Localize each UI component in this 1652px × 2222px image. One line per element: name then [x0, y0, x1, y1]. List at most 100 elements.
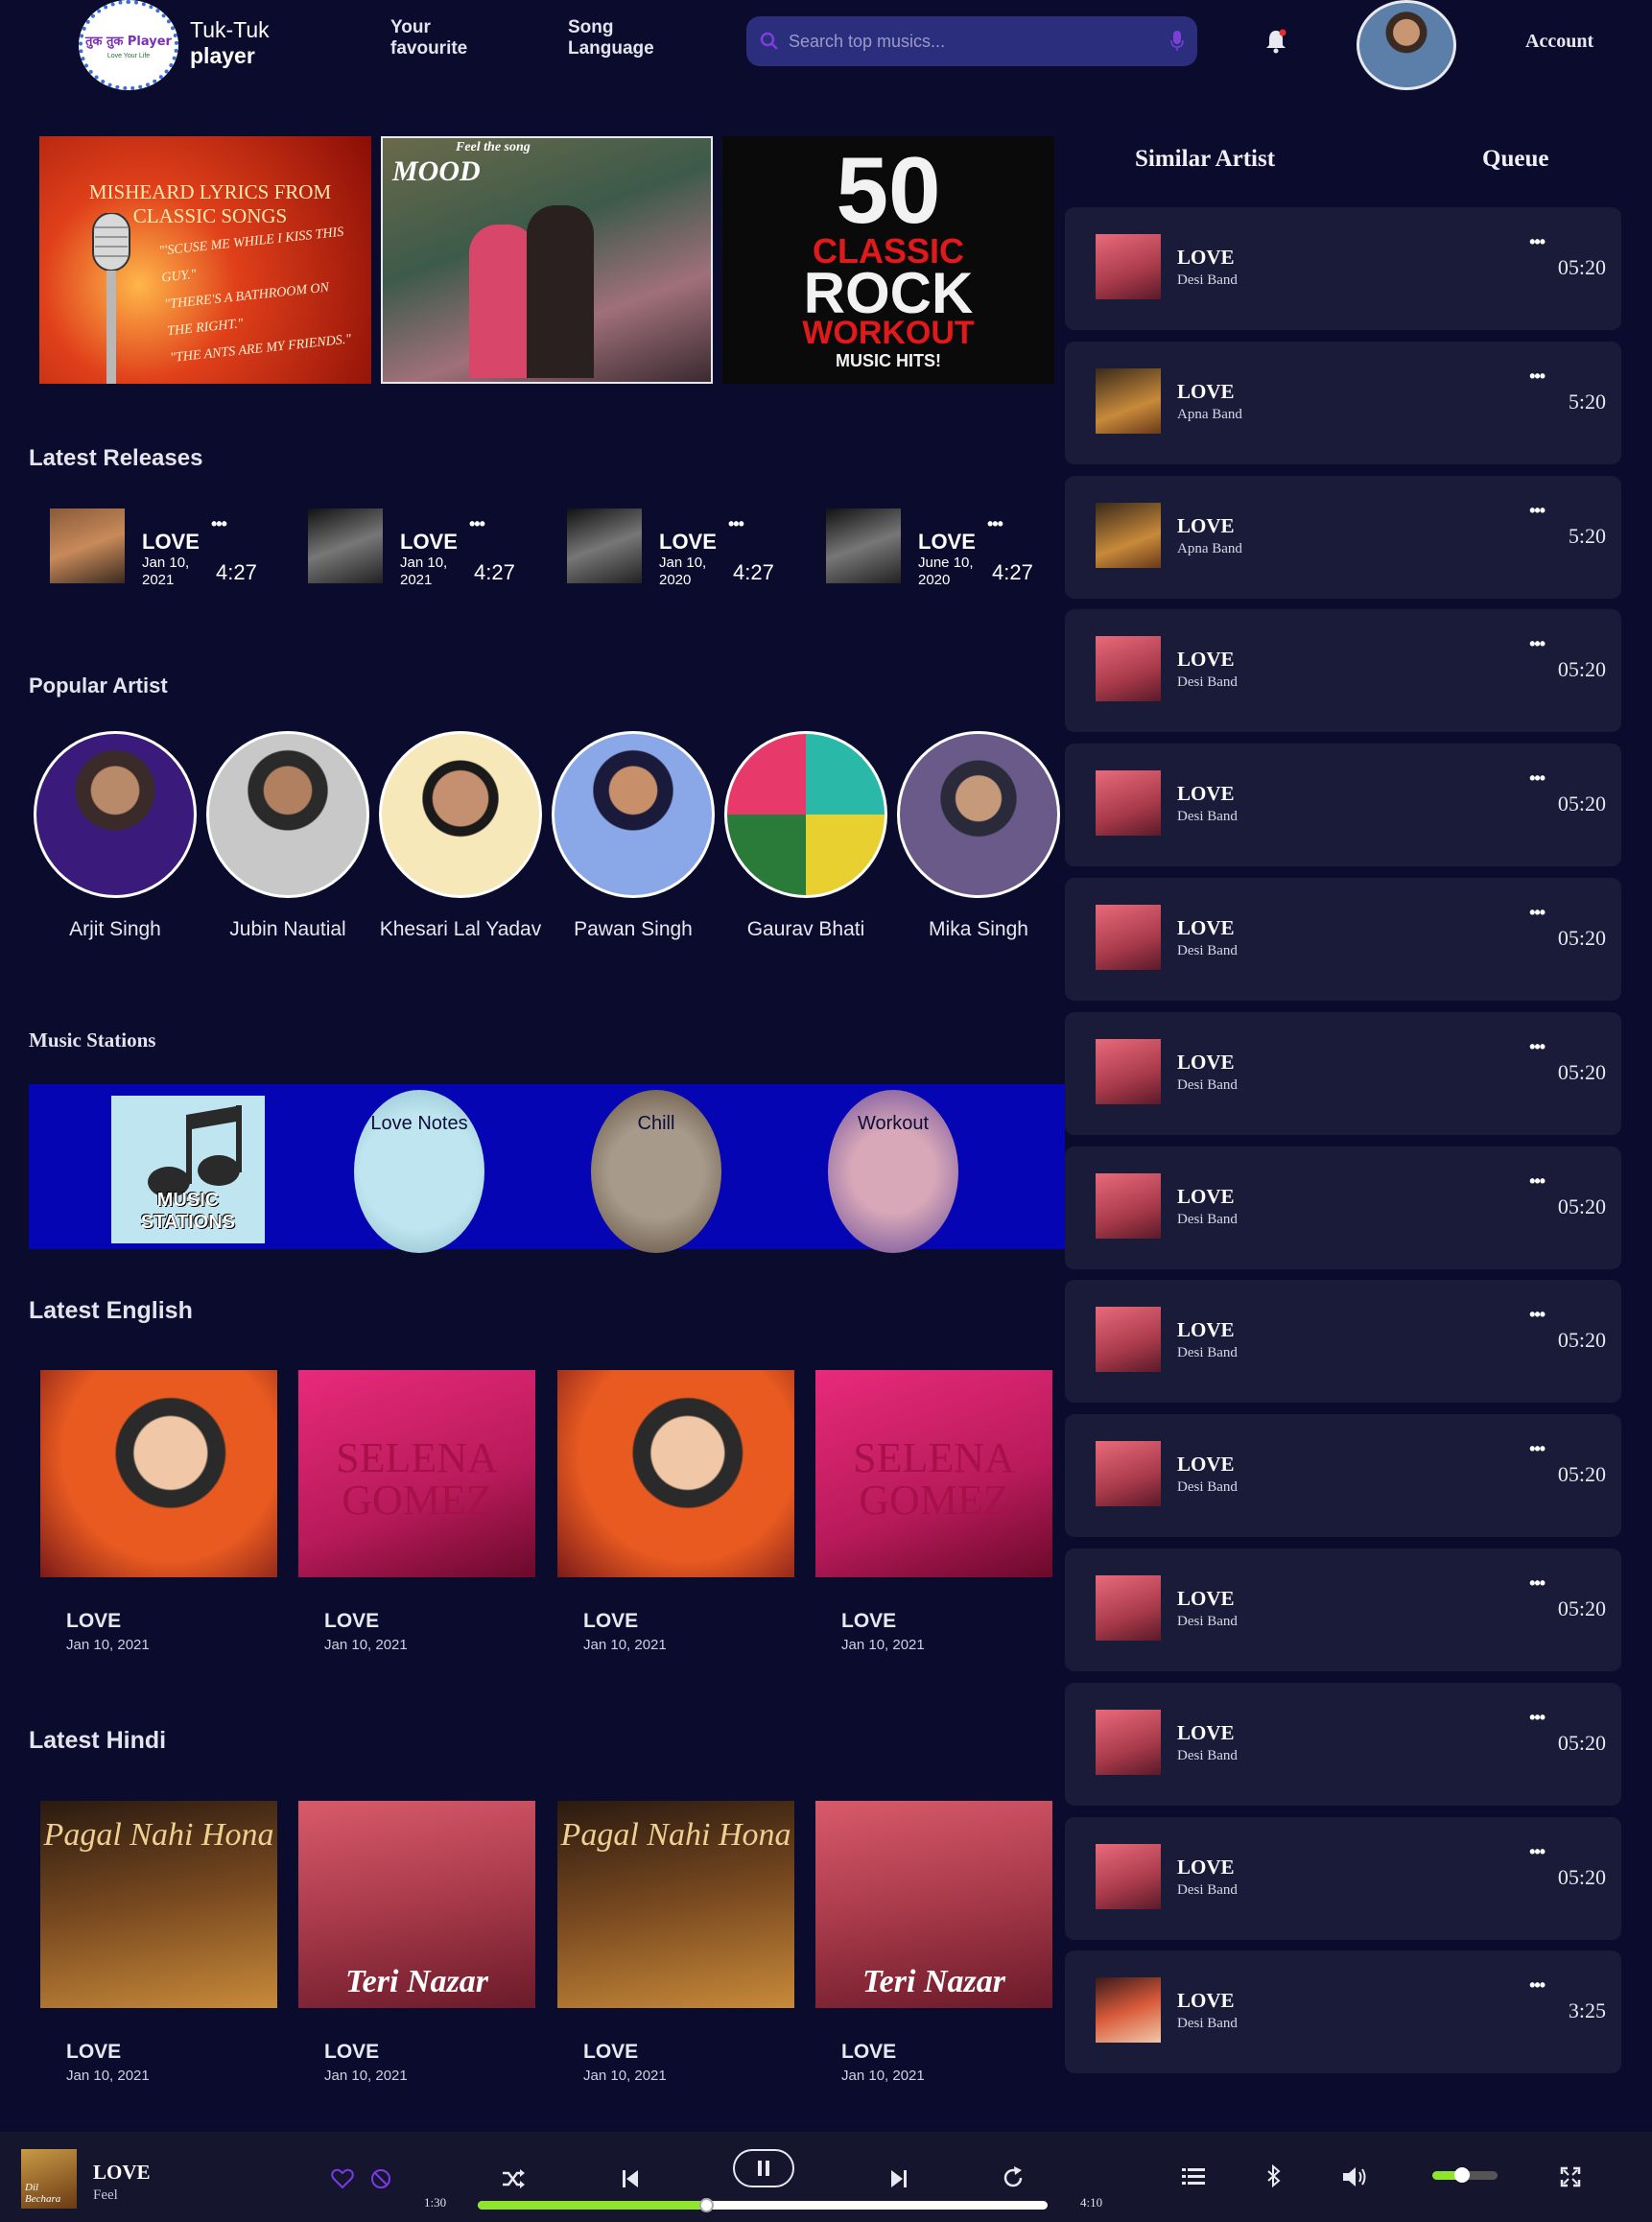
queue-item[interactable]: LOVE Desi Band ••• 05:20	[1065, 744, 1621, 867]
queue-item[interactable]: LOVE Desi Band ••• 05:20	[1065, 207, 1621, 330]
more-options-icon[interactable]: •••	[211, 514, 227, 534]
queue-thumbnail	[1096, 1709, 1161, 1775]
app-logo[interactable]: तुक तुक Player Love Your Life	[79, 0, 178, 90]
search-input[interactable]	[789, 31, 1170, 52]
album-card[interactable]: SELENA GOMEZ LOVE Jan 10, 2021	[815, 1370, 1052, 1653]
artist-card[interactable]: Pawan Singh	[552, 731, 715, 941]
queue-track-name: LOVE	[1177, 1720, 1235, 1744]
more-options-icon[interactable]: •••	[1529, 634, 1546, 654]
queue-item[interactable]: LOVE Desi Band ••• 05:20	[1065, 1682, 1621, 1806]
more-options-icon[interactable]: •••	[1529, 1037, 1546, 1057]
more-options-icon[interactable]: •••	[1529, 366, 1546, 387]
more-options-icon[interactable]: •••	[1529, 768, 1546, 789]
artist-card[interactable]: Mika Singh	[897, 731, 1060, 941]
queue-item[interactable]: LOVE Desi Band ••• 05:20	[1065, 1414, 1621, 1538]
station-chill[interactable]: Chill	[591, 1090, 721, 1253]
station-workout[interactable]: Workout	[828, 1090, 958, 1253]
repeat-icon[interactable]	[1002, 2166, 1025, 2189]
queue-track-name: LOVE	[1177, 782, 1235, 806]
more-options-icon[interactable]: •••	[1529, 1305, 1546, 1325]
queue-item[interactable]: LOVE Desi Band ••• 05:20	[1065, 878, 1621, 1001]
heart-icon[interactable]	[331, 2168, 354, 2189]
tab-similar-artist[interactable]: Similar Artist	[1135, 146, 1275, 173]
pause-button[interactable]	[733, 2149, 794, 2187]
nav-your-favourite[interactable]: Your favourite	[390, 17, 486, 59]
more-options-icon[interactable]: •••	[728, 514, 744, 534]
release-card[interactable]: ••• LOVE Jan 10, 2021 4:27	[50, 508, 280, 595]
progress-handle[interactable]	[698, 2198, 714, 2212]
app-name: Tuk-Tuk player	[190, 17, 270, 69]
nav-song-language[interactable]: Song Language	[568, 17, 673, 59]
more-options-icon[interactable]: •••	[1529, 1842, 1546, 1862]
artist-card[interactable]: Gaurav Bhati	[724, 731, 887, 941]
more-options-icon[interactable]: •••	[1529, 501, 1546, 521]
queue-item[interactable]: LOVE Desi Band ••• 3:25	[1065, 1950, 1621, 2074]
queue-list-icon[interactable]	[1182, 2166, 1205, 2187]
album-cover: SELENA GOMEZ	[298, 1370, 535, 1577]
artist-name: Pawan Singh	[574, 918, 693, 940]
more-options-icon[interactable]: •••	[1529, 903, 1546, 923]
queue-track-artist: Desi Band	[1177, 809, 1238, 825]
queue-item[interactable]: LOVE Desi Band ••• 05:20	[1065, 1011, 1621, 1135]
album-card[interactable]: SELENA GOMEZ LOVE Jan 10, 2021	[298, 1370, 535, 1653]
previous-icon[interactable]	[622, 2168, 639, 2189]
station-love-notes[interactable]: Love Notes	[354, 1090, 484, 1253]
queue-track-duration: 05:20	[1557, 1864, 1606, 1889]
banner2-title: Feel the song MOOD	[392, 140, 531, 188]
now-playing-thumbnail[interactable]: Dil Bechara	[21, 2149, 77, 2209]
album-card[interactable]: Teri Nazar LOVE Jan 10, 2021	[298, 1801, 535, 2084]
more-options-icon[interactable]: •••	[1529, 1708, 1546, 1728]
more-options-icon[interactable]: •••	[1529, 1439, 1546, 1459]
notification-bell-icon[interactable]	[1264, 29, 1287, 54]
artist-name: Mika Singh	[929, 918, 1028, 940]
next-icon[interactable]	[890, 2168, 908, 2189]
station-music-stations[interactable]: MUSIC STATIONS	[111, 1096, 265, 1243]
banner-mood[interactable]: Feel the song MOOD	[381, 136, 713, 384]
banner-classic-rock[interactable]: 50 CLASSIC ROCK WORKOUT MUSIC HITS!	[722, 136, 1054, 384]
volume-handle[interactable]	[1453, 2167, 1470, 2183]
queue-item[interactable]: LOVE Apna Band ••• 5:20	[1065, 341, 1621, 464]
more-options-icon[interactable]: •••	[1529, 1975, 1546, 1996]
app-name-line2: player	[190, 43, 255, 68]
album-card[interactable]: Pagal Nahi Hona LOVE Jan 10, 2021	[40, 1801, 277, 2084]
user-avatar[interactable]	[1357, 0, 1456, 90]
queue-track-artist: Desi Band	[1177, 2016, 1238, 2032]
artist-card[interactable]: Khesari Lal Yadav	[379, 731, 542, 941]
microphone-icon[interactable]	[1170, 31, 1184, 52]
more-options-icon[interactable]: •••	[1529, 232, 1546, 252]
banner-misheard-lyrics[interactable]: MISHEARD LYRICS FROM CLASSIC SONGS "'SCU…	[39, 136, 371, 384]
artist-card[interactable]: Jubin Nautial	[206, 731, 369, 941]
search-icon[interactable]	[760, 32, 779, 51]
progress-bar[interactable]	[478, 2198, 1048, 2212]
queue-item[interactable]: LOVE Desi Band ••• 05:20	[1065, 1146, 1621, 1269]
album-card[interactable]: LOVE Jan 10, 2021	[40, 1370, 277, 1653]
tab-queue[interactable]: Queue	[1482, 146, 1548, 173]
album-card[interactable]: Pagal Nahi Hona LOVE Jan 10, 2021	[557, 1801, 794, 2084]
block-icon[interactable]	[370, 2168, 391, 2189]
release-card[interactable]: ••• LOVE June 10, 2020 4:27	[826, 508, 1056, 595]
shuffle-icon[interactable]	[501, 2168, 526, 2189]
queue-item[interactable]: LOVE Apna Band ••• 5:20	[1065, 475, 1621, 599]
more-options-icon[interactable]: •••	[987, 514, 1003, 534]
queue-item[interactable]: LOVE Desi Band ••• 05:20	[1065, 1548, 1621, 1671]
account-link[interactable]: Account	[1525, 31, 1593, 53]
queue-item[interactable]: LOVE Desi Band ••• 05:20	[1065, 1280, 1621, 1404]
bluetooth-icon[interactable]	[1266, 2164, 1282, 2187]
more-options-icon[interactable]: •••	[1529, 1171, 1546, 1192]
release-duration: 4:27	[474, 560, 515, 584]
release-card[interactable]: ••• LOVE Jan 10, 2020 4:27	[567, 508, 797, 595]
queue-track-name: LOVE	[1177, 513, 1235, 537]
fullscreen-icon[interactable]	[1560, 2166, 1581, 2187]
queue-item[interactable]: LOVE Desi Band ••• 05:20	[1065, 1816, 1621, 1940]
album-card[interactable]: Teri Nazar LOVE Jan 10, 2021	[815, 1801, 1052, 2084]
artist-card[interactable]: Arjit Singh	[34, 731, 197, 941]
queue-item[interactable]: LOVE Desi Band ••• 05:20	[1065, 609, 1621, 733]
album-card[interactable]: LOVE Jan 10, 2021	[557, 1370, 794, 1653]
volume-slider[interactable]	[1432, 2167, 1498, 2183]
release-card[interactable]: ••• LOVE Jan 10, 2021 4:27	[308, 508, 538, 595]
release-name: LOVE	[142, 530, 200, 554]
now-playing-artist: Feel	[93, 2187, 118, 2203]
more-options-icon[interactable]: •••	[1529, 1573, 1546, 1594]
volume-icon[interactable]	[1342, 2165, 1369, 2188]
more-options-icon[interactable]: •••	[469, 514, 485, 534]
